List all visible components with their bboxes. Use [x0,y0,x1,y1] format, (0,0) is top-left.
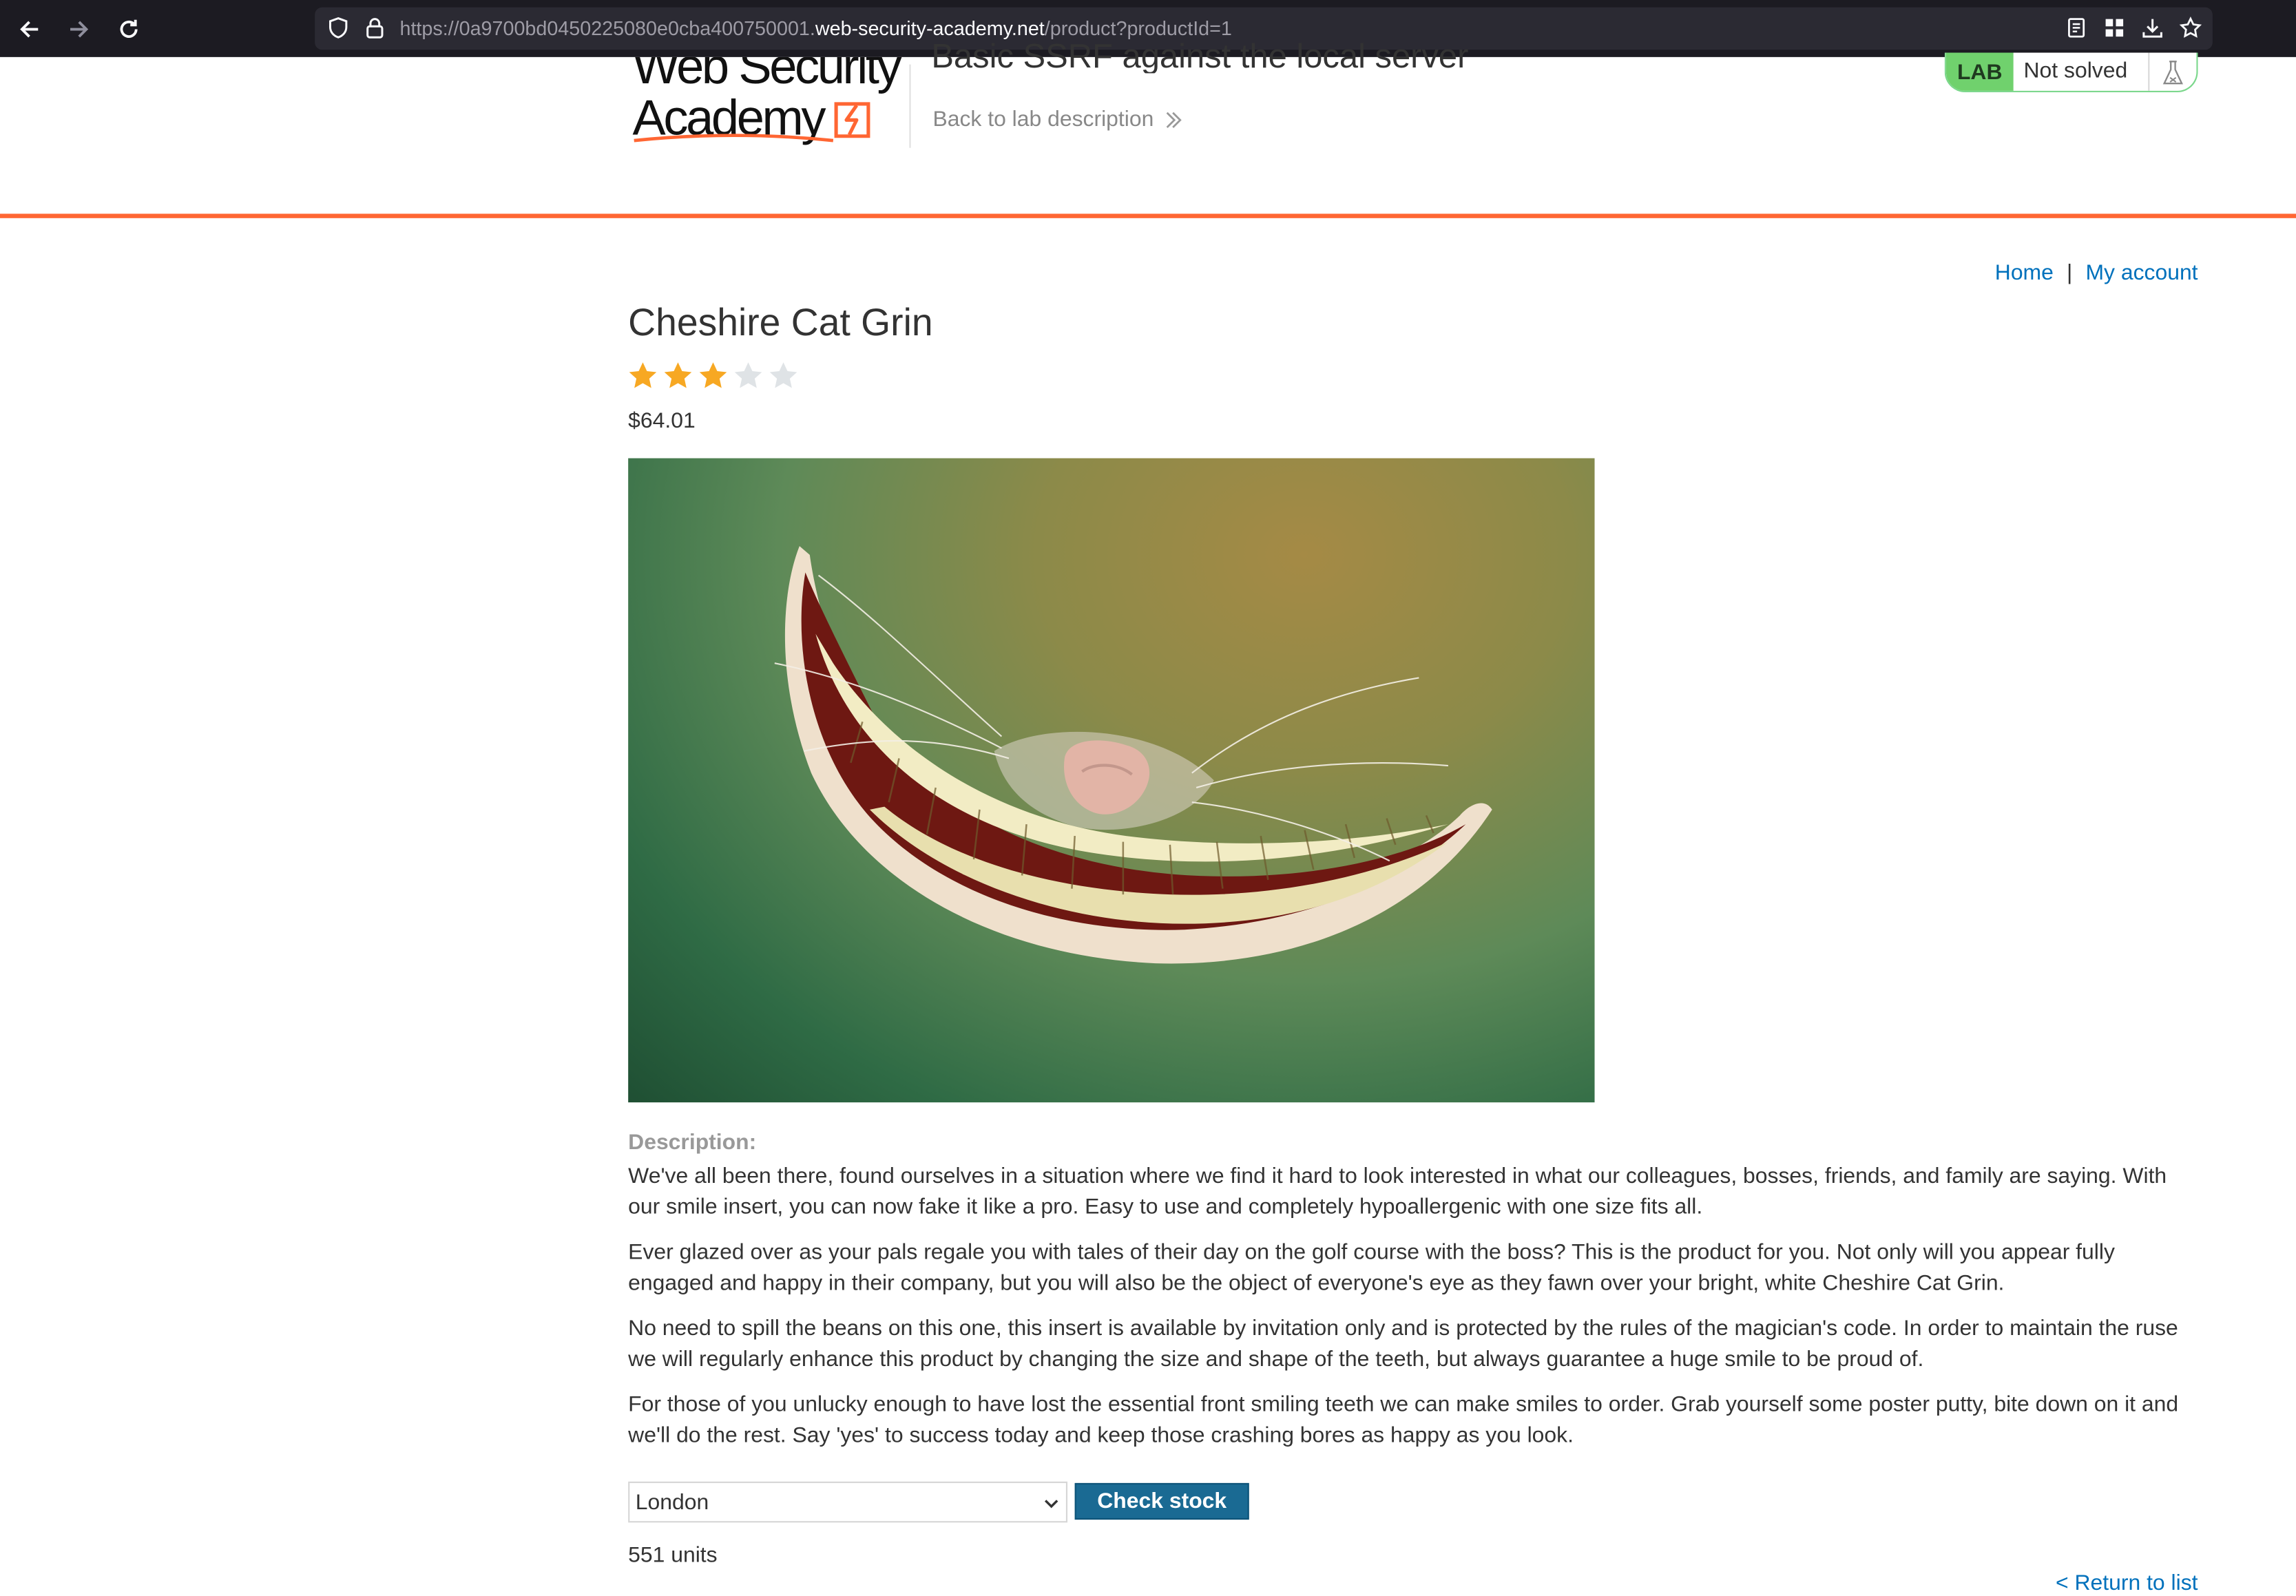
description-paragraph: No need to spill the beans on this one, … [628,1316,2178,1372]
return-to-list-link[interactable]: < Return to list [2056,1571,2198,1595]
back-arrow-icon[interactable] [13,13,45,45]
lock-icon[interactable] [363,16,386,39]
product-title: Cheshire Cat Grin [628,300,933,344]
downloads-icon[interactable] [2141,16,2164,39]
lab-status-text: Not solved [2023,59,2128,84]
store-select-value: London [635,1490,709,1515]
product-description: We've all been there, found ourselves in… [628,1161,2202,1465]
status-divider [2148,52,2150,91]
shield-icon[interactable] [326,16,350,39]
lab-status-widget: LAB Not solved [1944,52,2198,92]
url-text: https://0a9700bd0450225080e0cba400750001… [399,17,1232,40]
lab-badge: LAB [1945,52,2014,91]
extensions-icon[interactable] [2102,16,2126,39]
my-account-link[interactable]: My account [2085,260,2198,285]
bookmark-star-icon[interactable] [2179,16,2202,39]
chevron-down-icon [1044,1500,1058,1509]
star-empty-icon [734,362,762,388]
store-select[interactable]: London [628,1481,1068,1523]
header-accent-rule [0,213,2296,218]
star-filled-icon [699,362,727,388]
product-price: $64.01 [628,408,696,434]
reader-view-icon[interactable] [2065,16,2088,39]
reload-icon[interactable] [113,13,145,45]
nav-separator: | [2067,260,2073,286]
logo-swoosh-icon [634,134,834,143]
flask-icon[interactable] [2158,59,2188,88]
back-to-lab-description-link[interactable]: Back to lab description [932,107,1154,132]
star-filled-icon [629,362,657,388]
double-chevron-right-icon[interactable] [1162,108,1183,132]
description-paragraph: For those of you unlucky enough to have … [628,1392,2179,1448]
stock-result: 551 units [628,1543,718,1568]
description-paragraph: We've all been there, found ourselves in… [628,1164,2167,1220]
check-stock-button[interactable]: Check stock [1074,1482,1249,1520]
forward-arrow-icon[interactable] [63,13,95,45]
account-nav: Home | My account [1995,260,2198,285]
star-filled-icon [664,362,692,388]
star-empty-icon [769,362,797,388]
logo-lightning-icon [834,102,870,138]
lab-title: Basic SSRF against the local server [931,38,1469,74]
home-link[interactable]: Home [1995,260,2054,285]
description-label: Description: [628,1130,757,1155]
cheshire-cat-grin-image [628,458,1595,1103]
product-rating [627,360,800,392]
description-paragraph: Ever glazed over as your pals regale you… [628,1239,2115,1296]
header-divider [909,64,911,148]
